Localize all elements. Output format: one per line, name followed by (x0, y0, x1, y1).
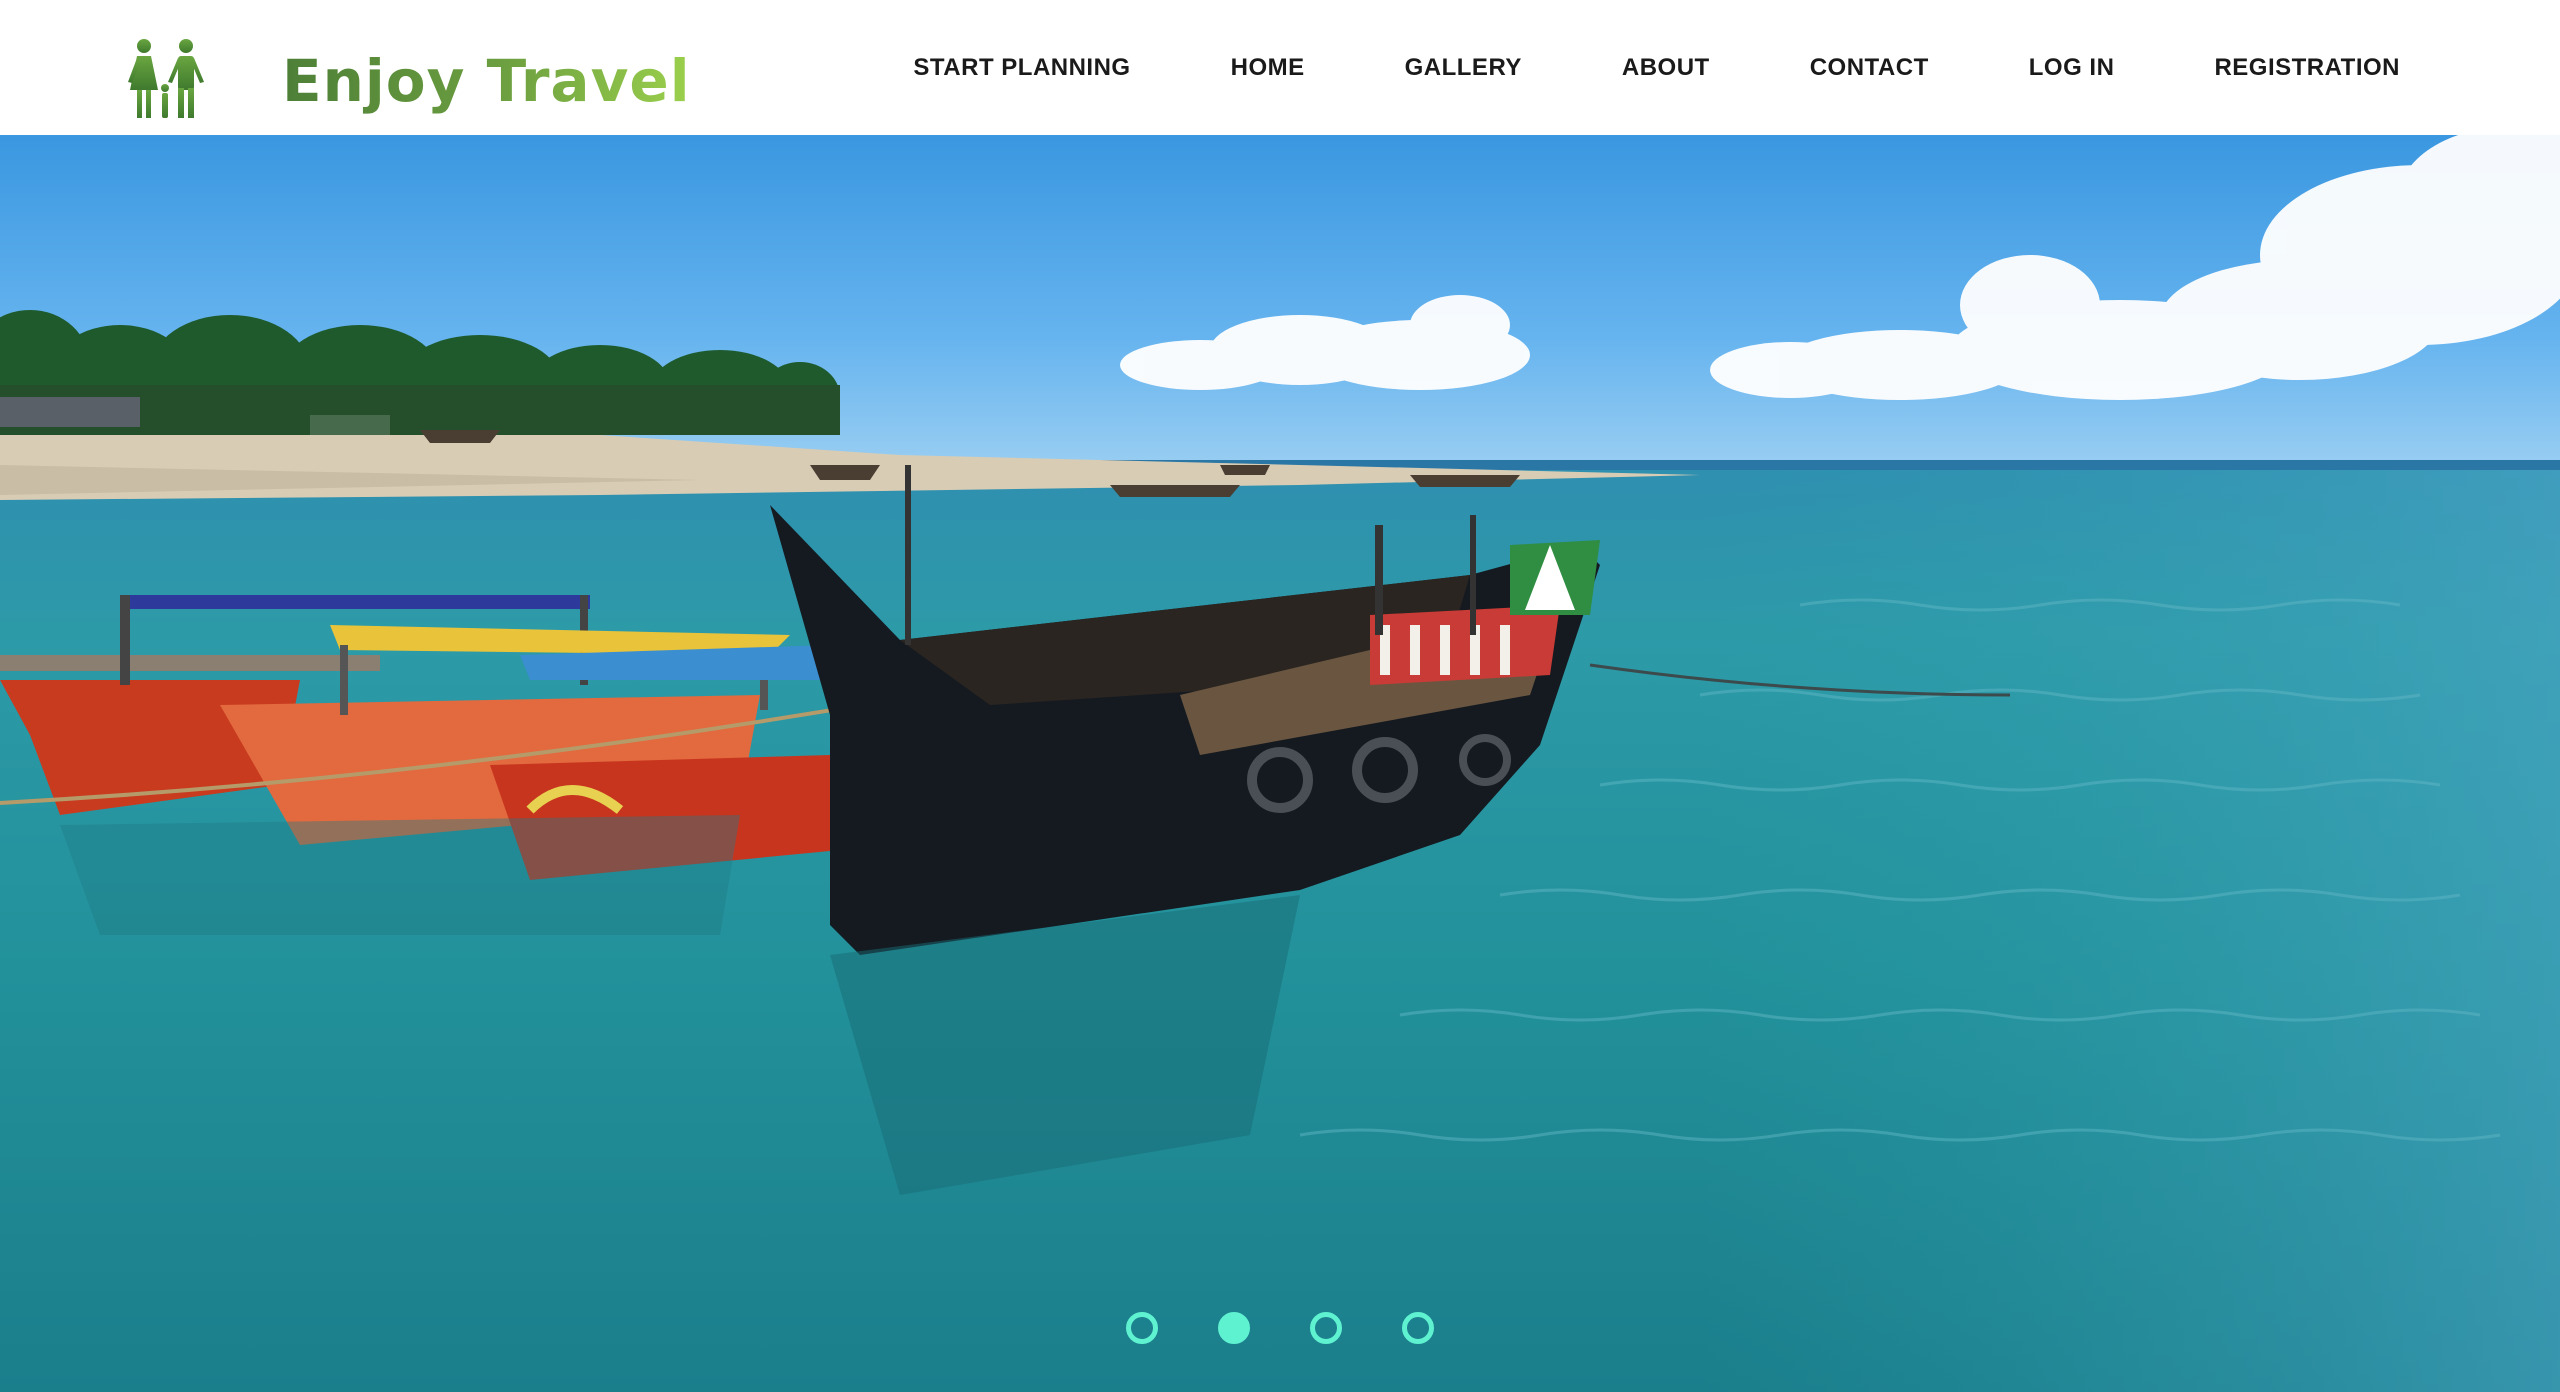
nav-log-in[interactable]: LOG IN (2029, 48, 2115, 88)
slide-indicator-3[interactable] (1310, 1312, 1342, 1344)
slide-indicator-4[interactable] (1402, 1312, 1434, 1344)
slide-indicator-2[interactable] (1218, 1312, 1250, 1344)
nav-contact[interactable]: CONTACT (1810, 48, 1929, 88)
nav-registration[interactable]: REGISTRATION (2214, 48, 2400, 88)
nav-gallery[interactable]: GALLERY (1405, 48, 1522, 88)
nav-start-planning[interactable]: START PLANNING (913, 48, 1130, 88)
brand-logo-link[interactable]: Enjoy Travel (120, 36, 691, 126)
two-people-icon (128, 39, 204, 118)
page: Enjoy Travel START PLANNING HOME GALLERY… (0, 0, 2560, 1392)
slide-indicator-1[interactable] (1126, 1312, 1158, 1344)
nav-about[interactable]: ABOUT (1622, 48, 1710, 88)
brand-name: Enjoy Travel (282, 47, 691, 115)
nav-home[interactable]: HOME (1231, 48, 1305, 88)
hero-slider (0, 135, 2560, 1392)
slider-indicators (0, 1312, 2560, 1344)
main-nav: START PLANNING HOME GALLERY ABOUT CONTAC… (913, 48, 2400, 88)
site-header: Enjoy Travel START PLANNING HOME GALLERY… (0, 0, 2560, 135)
hero-image (0, 135, 2560, 1392)
